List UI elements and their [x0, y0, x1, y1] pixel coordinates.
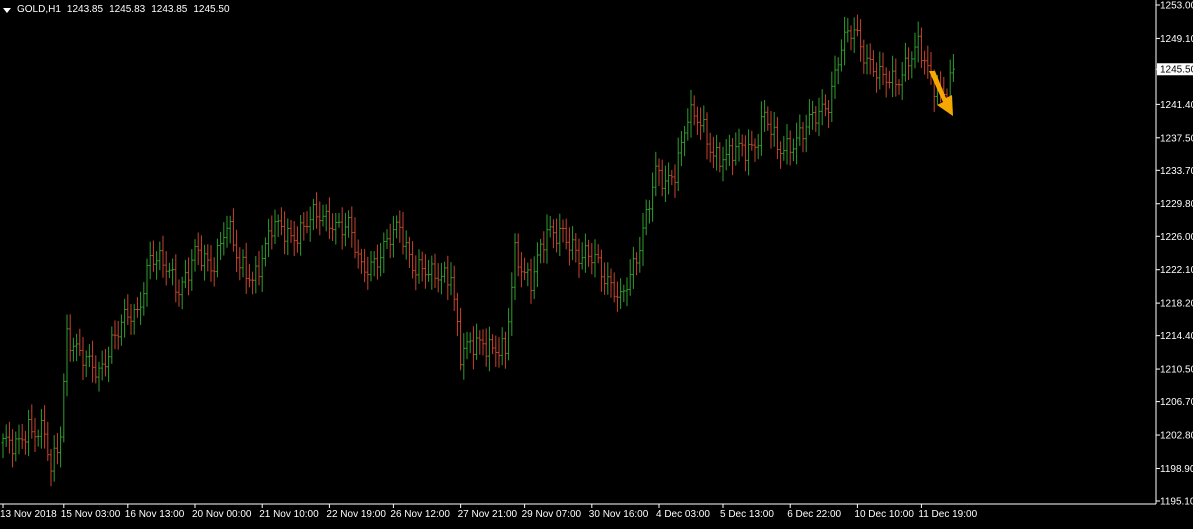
time-tick-label: 4 Dec 03:00 [656, 509, 710, 520]
price-tick-label: 1202.80 [1160, 431, 1193, 442]
price-tick-label: 1241.40 [1160, 100, 1193, 111]
time-tick-label: 21 Nov 10:00 [259, 509, 319, 520]
symbol-label: GOLD,H1 [17, 4, 61, 15]
time-tick-label: 13 Nov 2018 [0, 509, 57, 520]
low-value: 1243.85 [151, 4, 188, 15]
time-tick-label: 5 Dec 13:00 [720, 509, 774, 520]
price-tick-label: 1206.70 [1160, 397, 1193, 408]
time-tick-label: 29 Nov 07:00 [522, 509, 582, 520]
dropdown-triangle-icon[interactable] [3, 7, 11, 13]
time-tick-label: 15 Nov 03:00 [61, 509, 121, 520]
price-tick-label: 1214.40 [1160, 331, 1193, 342]
price-chart[interactable]: 1253.00 1249.10 1245.50 1241.40 1237.50 1233.… [0, 0, 1193, 524]
time-tick-label: 22 Nov 19:00 [326, 509, 386, 520]
time-tick-label: 10 Dec 10:00 [854, 509, 914, 520]
time-tick-label: 16 Nov 13:00 [125, 509, 185, 520]
candles-layer [1, 14, 955, 487]
high-value: 1245.83 [109, 4, 146, 15]
open-value: 1243.85 [66, 4, 104, 15]
price-tick-label: 1218.20 [1160, 299, 1193, 310]
current-price-label: 1245.50 [1160, 65, 1193, 76]
time-axis[interactable]: 13 Nov 2018 15 Nov 03:00 16 Nov 13:00 20 No… [0, 504, 978, 520]
chart-frame [0, 0, 1157, 505]
chart-header: GOLD,H1 1243.85 1245.83 1243.85 1245.50 [3, 4, 230, 15]
price-tick-label: 1249.10 [1160, 34, 1193, 45]
price-tick-label: 1222.10 [1160, 265, 1193, 276]
close-value: 1245.50 [193, 4, 230, 15]
time-tick-label: 26 Nov 12:00 [390, 509, 450, 520]
time-tick-label: 6 Dec 22:00 [787, 509, 841, 520]
price-tick-label: 1233.70 [1160, 166, 1193, 177]
price-tick-label: 1198.90 [1160, 464, 1193, 475]
time-tick-label: 30 Nov 16:00 [589, 509, 649, 520]
chart-area[interactable]: 1253.00 1249.10 1245.50 1241.40 1237.50 1233.… [0, 0, 1193, 524]
price-tick-label: 1253.00 [1160, 1, 1193, 12]
time-tick-label: 27 Nov 21:00 [458, 509, 518, 520]
price-tick-label: 1237.50 [1160, 133, 1193, 144]
price-tick-label: 1229.80 [1160, 199, 1193, 210]
time-tick-label: 11 Dec 19:00 [918, 509, 977, 520]
price-axis[interactable]: 1253.00 1249.10 1245.50 1241.40 1237.50 1233.… [1156, 1, 1193, 508]
price-tick-label: 1226.00 [1160, 232, 1193, 243]
time-tick-label: 20 Nov 00:00 [192, 509, 252, 520]
price-tick-label: 1210.50 [1160, 365, 1193, 376]
price-tick-label: 1195.10 [1160, 497, 1193, 508]
